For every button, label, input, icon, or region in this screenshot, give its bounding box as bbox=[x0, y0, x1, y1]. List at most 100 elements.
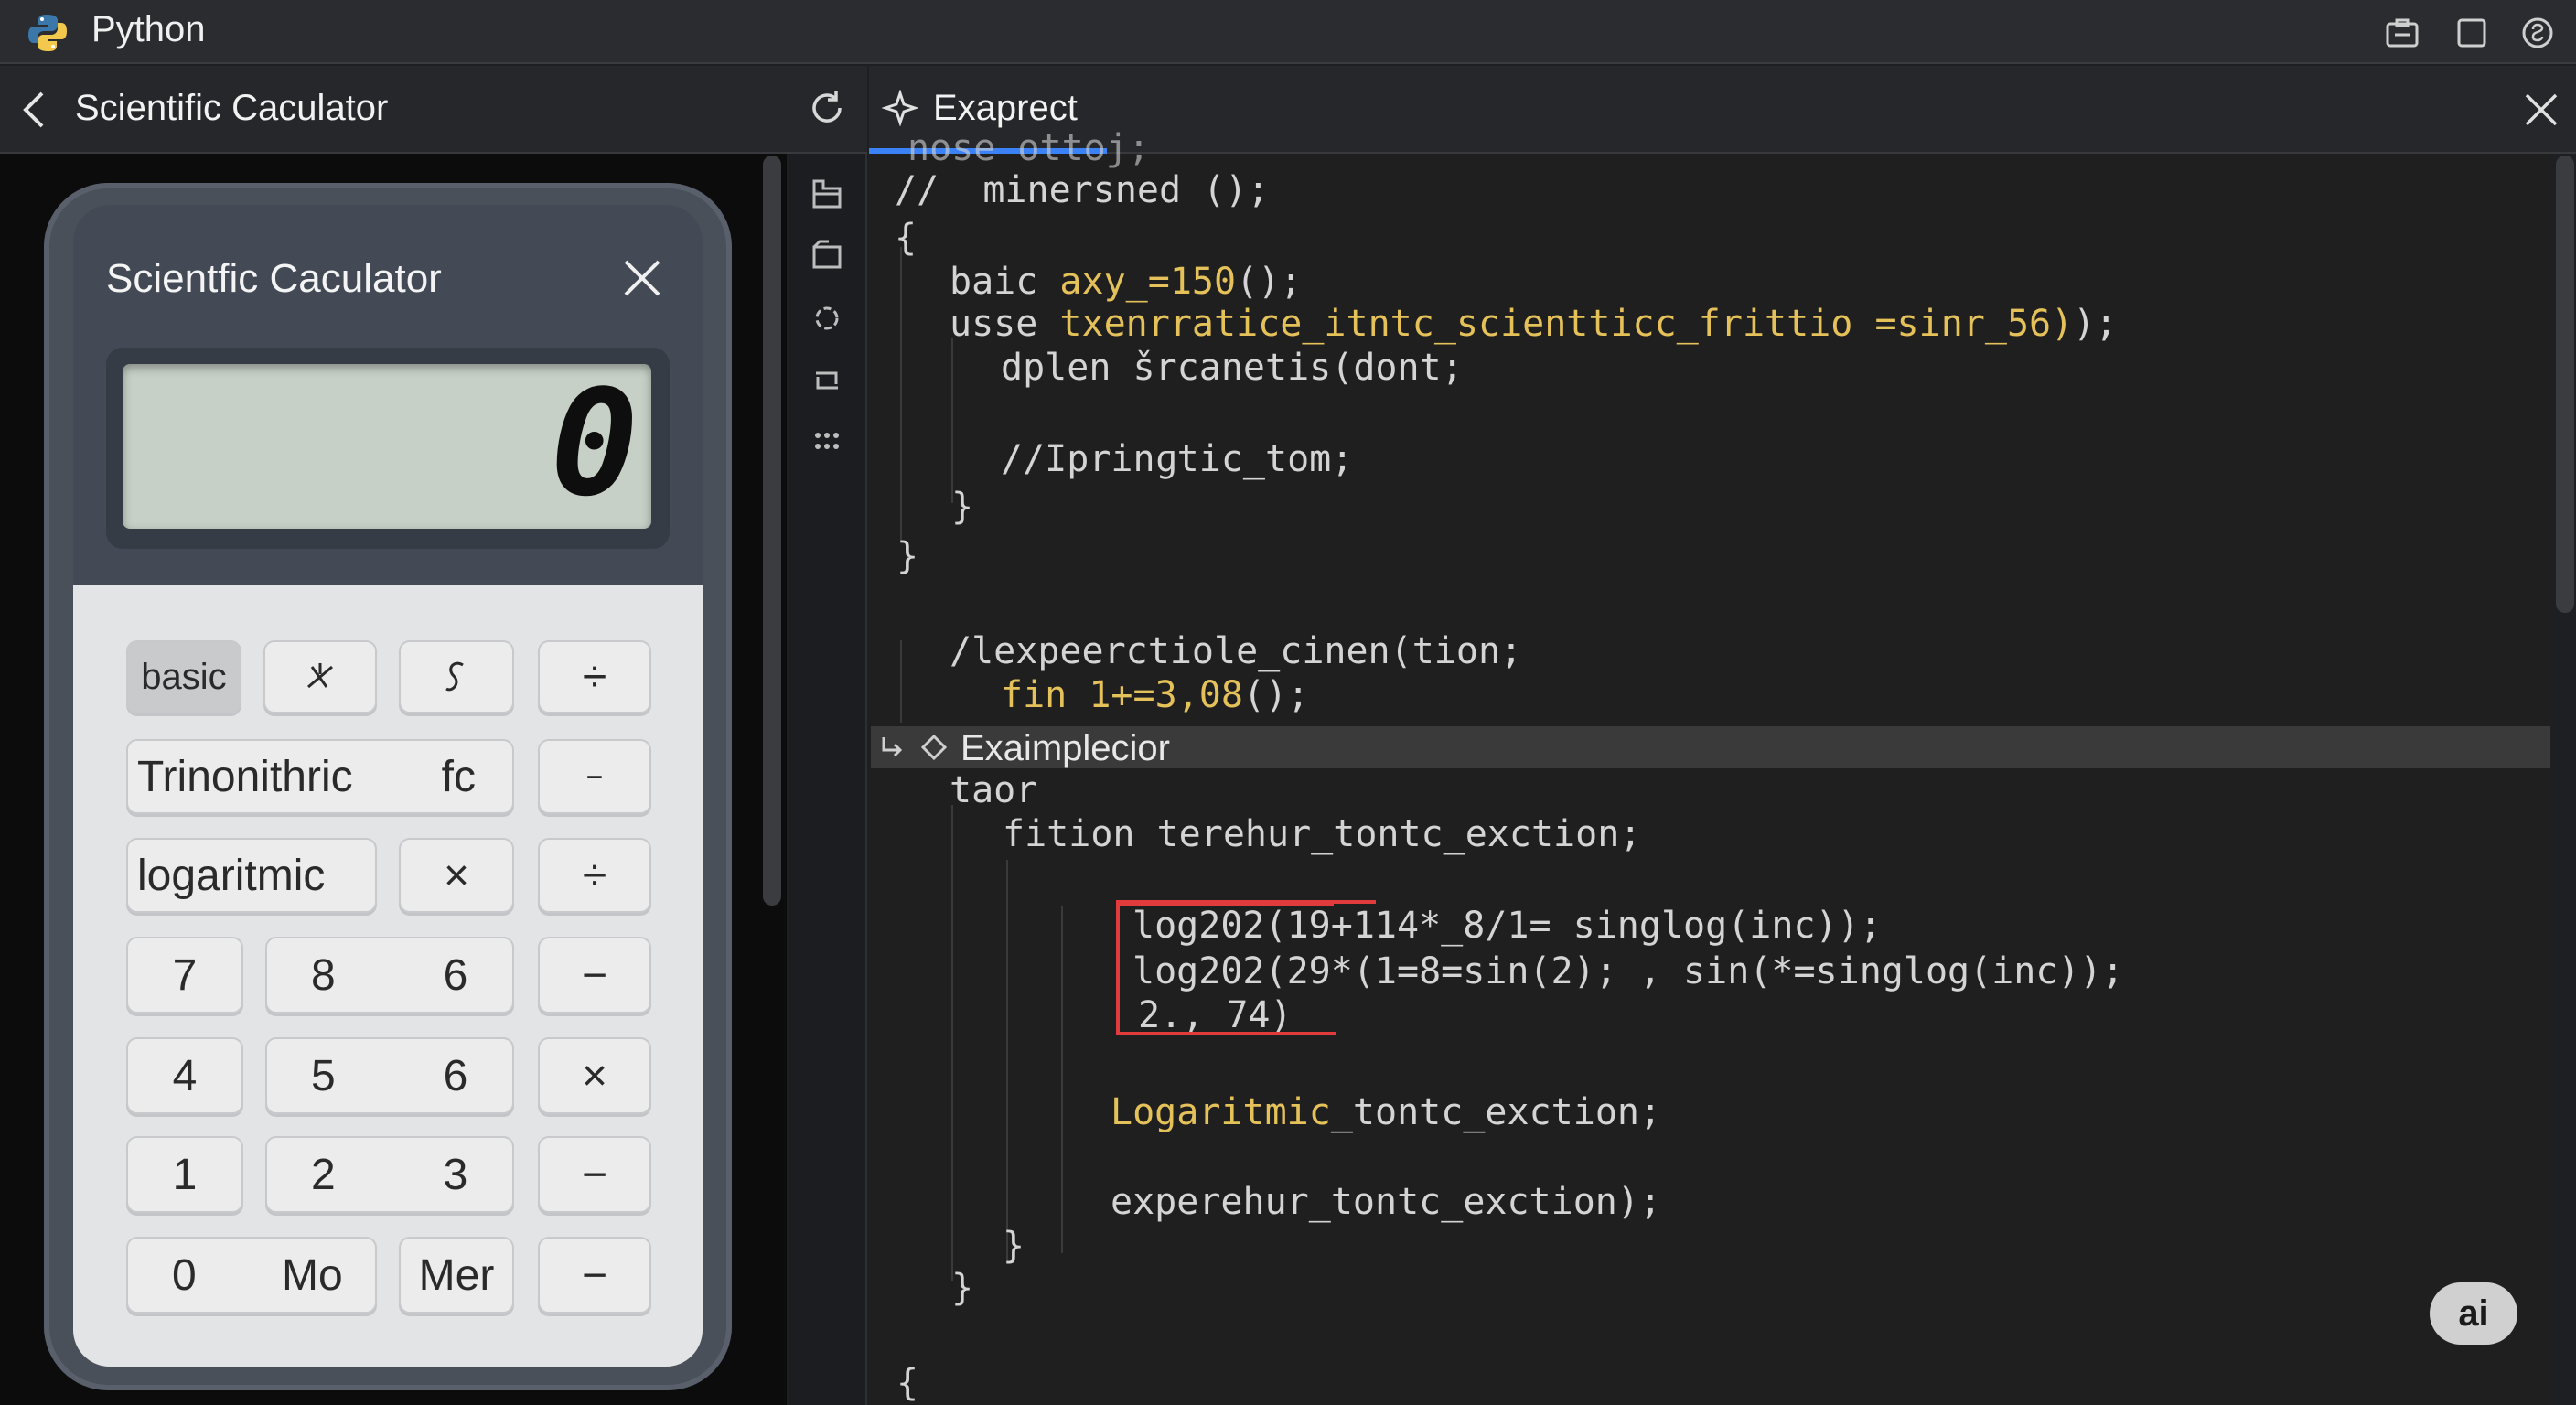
code-line: } bbox=[951, 486, 974, 528]
files-icon[interactable] bbox=[807, 174, 847, 214]
sync-icon[interactable] bbox=[807, 298, 847, 338]
section-label: Exaimplecior bbox=[961, 728, 1170, 768]
divide-button-2[interactable]: ÷ bbox=[538, 838, 651, 913]
multiply-label: × bbox=[581, 1051, 608, 1100]
minus-label: − bbox=[581, 1150, 608, 1199]
code-section-header[interactable]: Exaimplecior bbox=[871, 726, 2550, 768]
fold-icon[interactable] bbox=[878, 732, 909, 763]
screenshot-icon[interactable] bbox=[2384, 15, 2420, 51]
back-arrow-icon[interactable] bbox=[18, 90, 51, 130]
mer-label: Mer bbox=[418, 1250, 495, 1300]
close-icon[interactable] bbox=[622, 258, 662, 298]
function-key-1[interactable] bbox=[263, 640, 377, 713]
minus-button-1[interactable]: − bbox=[538, 937, 651, 1014]
digit-0-button[interactable]: 0 Mo bbox=[126, 1237, 377, 1314]
log-mode-button[interactable]: logaritmic bbox=[126, 838, 377, 913]
extensions-icon[interactable] bbox=[807, 423, 847, 463]
close-icon[interactable] bbox=[2521, 90, 2561, 130]
code-token: ); bbox=[2073, 303, 2118, 345]
digit-6-button-b[interactable]: 6 bbox=[399, 1037, 514, 1114]
digit-label: 6 bbox=[443, 1051, 468, 1100]
minus-label: − bbox=[581, 950, 608, 1000]
code-line: } bbox=[896, 535, 919, 577]
account-icon[interactable] bbox=[2519, 15, 2556, 51]
swap-icon[interactable] bbox=[807, 360, 847, 401]
digit-label: 4 bbox=[172, 1051, 198, 1100]
curve-function-icon bbox=[445, 661, 464, 692]
digit-label: 7 bbox=[172, 950, 198, 1000]
code-line: } bbox=[1003, 1225, 1025, 1267]
code-token: (); bbox=[1242, 674, 1310, 716]
highlight-box-top bbox=[1116, 900, 1376, 904]
code-line: experehur_tontc_exction); bbox=[1111, 1181, 1662, 1223]
diamond-icon bbox=[920, 734, 948, 761]
mo-label: Mo bbox=[282, 1250, 343, 1300]
code-line: /lexpeerctiole_cinen(tion; bbox=[950, 630, 1523, 672]
minus-button-2[interactable]: − bbox=[538, 1136, 651, 1213]
code-line: } bbox=[951, 1267, 974, 1309]
digit-label: 3 bbox=[443, 1150, 468, 1199]
digit-6-button-a[interactable]: 6 bbox=[399, 937, 514, 1014]
display-value: 0 bbox=[550, 358, 639, 529]
indent-guide bbox=[1006, 860, 1008, 1262]
multiply-button[interactable]: × bbox=[399, 838, 514, 913]
left-panel-header: Scientific Caculator bbox=[0, 66, 867, 154]
code-token: Logaritmic bbox=[1111, 1091, 1331, 1133]
code-line: fition terehur_tontc_exction; bbox=[1003, 813, 1642, 855]
app-title: Python bbox=[91, 9, 206, 49]
code-line: { bbox=[896, 1362, 919, 1404]
highlight-box bbox=[1116, 902, 1334, 1035]
refresh-icon[interactable] bbox=[805, 86, 849, 130]
code-token: axy_=150 bbox=[1059, 261, 1237, 303]
calculator-title: Scientfic Caculator bbox=[106, 256, 442, 301]
log-label: logaritmic bbox=[137, 851, 326, 900]
divide-button[interactable]: ÷ bbox=[538, 640, 651, 713]
digit-label: 5 bbox=[311, 1051, 336, 1100]
function-key-2[interactable] bbox=[399, 640, 514, 713]
maximize-icon[interactable] bbox=[2453, 15, 2490, 51]
minus-small-label: − bbox=[585, 759, 604, 793]
memory-recall-button[interactable]: Mer bbox=[399, 1237, 514, 1314]
python-logo-icon bbox=[28, 15, 67, 51]
basic-mode-button[interactable]: basic bbox=[126, 640, 242, 713]
fc-label: fc bbox=[441, 752, 476, 801]
divide-label-2: ÷ bbox=[582, 851, 607, 900]
code-line: dplen šrcanetis(dont; bbox=[1001, 347, 1464, 389]
digit-7-button[interactable]: 7 bbox=[126, 937, 243, 1014]
digit-label: 0 bbox=[172, 1250, 197, 1300]
minus-button-3[interactable]: − bbox=[538, 1237, 651, 1314]
editor-icon-rail bbox=[789, 154, 867, 1405]
trig-label: Trinonithric bbox=[137, 752, 353, 801]
digit-3-button[interactable]: 3 bbox=[399, 1136, 514, 1213]
digit-1-button[interactable]: 1 bbox=[126, 1136, 243, 1213]
folder-icon[interactable] bbox=[807, 236, 847, 276]
indent-guide bbox=[1061, 906, 1063, 1253]
tab-exaprect[interactable]: Exaprect bbox=[933, 88, 1078, 129]
ai-assistant-button[interactable]: ai bbox=[2430, 1282, 2517, 1345]
code-token: fin 1+=3,08 bbox=[1001, 674, 1243, 716]
code-line: fin 1+=3,08(); bbox=[1001, 673, 1309, 717]
digit-4-button[interactable]: 4 bbox=[126, 1037, 243, 1114]
indent-guide bbox=[951, 805, 953, 1281]
multiply-button-2[interactable]: × bbox=[538, 1037, 651, 1114]
indent-guide bbox=[900, 640, 902, 723]
calculator-display: 0 bbox=[123, 364, 651, 529]
trig-mode-button[interactable]: Trinonithric fc bbox=[126, 739, 514, 814]
code-line: baic axy_=150(); bbox=[950, 260, 1302, 304]
left-panel-title: Scientific Caculator bbox=[75, 88, 389, 128]
digit-label: 2 bbox=[311, 1150, 336, 1199]
digit-label: 8 bbox=[311, 950, 336, 1000]
digit-label: 1 bbox=[172, 1150, 198, 1199]
digit-label: 6 bbox=[443, 950, 468, 1000]
sparkle-icon bbox=[882, 90, 918, 126]
indent-guide bbox=[900, 247, 902, 540]
code-token: txenrratice_itntc_scientticс_frittio =si… bbox=[1059, 303, 2074, 345]
code-token: (); bbox=[1236, 261, 1303, 303]
minus-label: − bbox=[581, 1250, 608, 1300]
code-line: usse txenrratice_itntc_scientticс_fritti… bbox=[950, 302, 2117, 346]
minus-small-button[interactable]: − bbox=[538, 739, 651, 814]
code-line: nose ottoj; bbox=[907, 127, 1150, 169]
divide-label: ÷ bbox=[582, 652, 607, 702]
editor-scrollbar[interactable] bbox=[2556, 156, 2574, 613]
left-panel-scrollbar[interactable] bbox=[763, 156, 781, 906]
